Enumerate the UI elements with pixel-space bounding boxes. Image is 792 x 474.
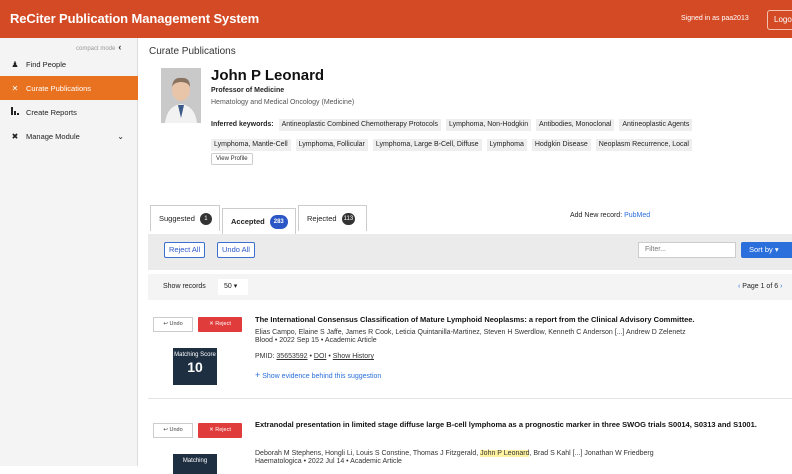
show-evidence-link[interactable]: + Show evidence behind this suggestion (255, 370, 381, 380)
app-title[interactable]: ReCiter Publication Management System (10, 11, 259, 26)
profile-photo (161, 68, 201, 123)
keyword-tag: Lymphoma, Non-Hodgkin (445, 119, 532, 131)
sidebar-item-curate-publications[interactable]: ✕ Curate Publications (0, 76, 138, 100)
sidebar-item-manage-module[interactable]: ✖ Manage Module ⌄ (0, 124, 138, 148)
view-profile-button[interactable]: View Profile (211, 153, 253, 165)
prev-page-icon[interactable]: ‹ (738, 283, 740, 290)
show-history-link[interactable]: Show History (333, 353, 374, 360)
next-page-icon[interactable]: › (780, 283, 782, 290)
publication-meta: Haematologica • 2022 Jul 14 • Academic A… (255, 458, 402, 465)
tab-rejected[interactable]: Rejected 113 (298, 205, 367, 231)
tab-suggested[interactable]: Suggested 1 (150, 205, 220, 231)
page-indicator: ‹ Page 1 of 6 › (738, 283, 783, 290)
count-badge: 113 (341, 212, 356, 225)
publication-title[interactable]: The International Consensus Classificati… (255, 315, 785, 325)
top-bar: ReCiter Publication Management System Si… (0, 0, 792, 38)
keyword-tag: Hodgkin Disease (531, 139, 591, 151)
profile-name: John P Leonard (211, 67, 325, 84)
matching-score: Matching (173, 454, 217, 474)
main-content: Curate Publications John P Leonard Profe… (138, 38, 792, 474)
tools-icon: ✕ (11, 83, 19, 93)
keyword-tag: Lymphoma (486, 139, 527, 151)
pmid-link[interactable]: 35653592 (276, 353, 307, 360)
sidebar-item-find-people[interactable]: ♟ Find People (0, 52, 138, 76)
count-badge: 1 (199, 212, 212, 225)
plus-icon: + (255, 370, 261, 380)
wrench-icon: ✖ (11, 131, 19, 141)
publication-ids: PMID: 35653592 • DOI • Show History (255, 353, 374, 360)
keyword-tag: Neoplasm Recurrence, Local (595, 139, 692, 151)
chevron-left-icon[interactable]: ‹ (118, 42, 121, 52)
inferred-keywords: Inferred keywords: Antineoplastic Combin… (211, 115, 771, 155)
publication-authors: Deborah M Stephens, Hongli Li, Louis S C… (255, 450, 654, 457)
chevron-down-icon[interactable]: ⌄ (117, 132, 124, 141)
pubmed-link[interactable]: PubMed (624, 212, 650, 219)
page-title: Curate Publications (149, 46, 236, 57)
compact-mode-toggle[interactable]: compact mode ‹ (76, 42, 121, 52)
keyword-tag: Antibodies, Monoclonal (536, 119, 615, 131)
pagination-bar: Show records 50 ▾ ‹ Page 1 of 6 › (148, 274, 792, 300)
add-new-record: Add New record: PubMed (570, 212, 651, 219)
count-badge: 283 (269, 214, 288, 229)
keyword-tag: Lymphoma, Large B-Cell, Diffuse (372, 139, 482, 151)
keyword-tag: Antineoplastic Combined Chemotherapy Pro… (278, 119, 442, 131)
tab-accepted[interactable]: Accepted 283 (222, 208, 296, 234)
keyword-tag: Lymphoma, Follicular (295, 139, 368, 151)
reject-button[interactable]: ✕ Reject (198, 423, 242, 438)
people-icon: ♟ (11, 59, 19, 69)
sidebar-item-create-reports[interactable]: Create Reports (0, 100, 138, 124)
sort-by-button[interactable]: Sort by ▾ (741, 242, 792, 258)
profile-department: Hematology and Medical Oncology (Medicin… (211, 99, 355, 106)
undo-all-button[interactable]: Undo All (217, 242, 255, 258)
filter-input[interactable]: Filter... (638, 242, 736, 258)
publication-authors: Elias Campo, Elaine S Jaffe, James R Coo… (255, 329, 686, 336)
doi-link[interactable]: DOI (314, 353, 326, 360)
reject-all-button[interactable]: Reject All (164, 242, 206, 258)
undo-button[interactable]: ↩ Undo (153, 423, 193, 438)
keyword-tag: Antineoplastic Agents (619, 119, 693, 131)
logout-button[interactable]: Logout (767, 10, 792, 30)
keyword-tag: Lymphoma, Mantle-Cell (211, 139, 291, 151)
reject-button[interactable]: ✕ Reject (198, 317, 242, 332)
publication-meta: Blood • 2022 Sep 15 • Academic Article (255, 337, 377, 344)
matching-score: Matching Score 10 (173, 348, 217, 385)
action-toolbar: Reject All Undo All Filter... Sort by ▾ (148, 234, 792, 270)
undo-button[interactable]: ↩ Undo (153, 317, 193, 332)
profile-title: Professor of Medicine (211, 87, 285, 94)
divider (148, 398, 792, 399)
signed-in-text: Signed in as paa2013 (681, 15, 749, 22)
show-records-label: Show records (163, 283, 206, 290)
highlighted-author: John P Leonard (480, 450, 530, 457)
records-per-page-select[interactable]: 50 ▾ (218, 279, 248, 295)
publication-title[interactable]: Extranodal presentation in limited stage… (255, 420, 785, 430)
chart-icon (10, 107, 20, 117)
sidebar: compact mode ‹ ♟ Find People ✕ Curate Pub… (0, 38, 138, 466)
